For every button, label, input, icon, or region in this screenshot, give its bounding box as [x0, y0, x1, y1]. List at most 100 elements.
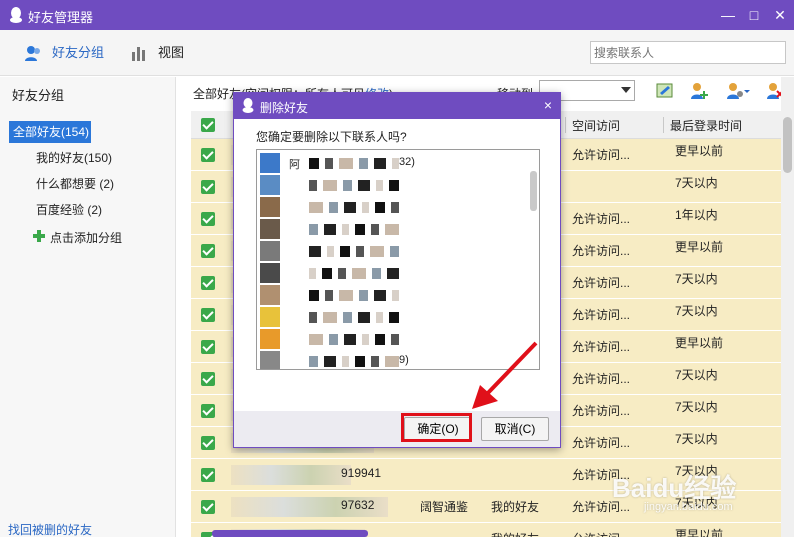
- dialog-title: 删除好友: [260, 101, 309, 115]
- horizontal-scrollbar[interactable]: [212, 530, 368, 537]
- add-friend-icon[interactable]: [689, 81, 709, 101]
- contact-suffix: 32): [399, 156, 415, 168]
- row-checkbox[interactable]: [201, 404, 215, 418]
- friend-id-partial: 919941: [341, 466, 382, 480]
- contact-item: [259, 196, 529, 218]
- row-checkbox[interactable]: [201, 148, 215, 162]
- last-login: 更早以前: [675, 240, 724, 254]
- row-checkbox[interactable]: [201, 468, 215, 482]
- last-login: 7天以内: [675, 368, 718, 382]
- dialog-title-bar: 删除好友 ×: [234, 93, 560, 119]
- last-login: 7天以内: [675, 272, 718, 286]
- title-bar: 好友管理器 — □ ✕: [0, 0, 794, 30]
- annotation-arrow-icon: [472, 341, 538, 409]
- close-button[interactable]: ✕: [770, 5, 790, 25]
- chevron-down-icon: [621, 87, 631, 93]
- space-access: 允许访问...: [572, 308, 631, 322]
- manage-friend-icon[interactable]: [725, 81, 751, 101]
- avatar: [260, 197, 280, 217]
- sidebar-item-all-friends[interactable]: 全部好友(154): [9, 121, 91, 143]
- qq-logo-icon: [10, 7, 22, 23]
- col-space-access: 空间访问: [572, 119, 621, 133]
- add-group-button[interactable]: 点击添加分组: [32, 229, 122, 246]
- row-checkbox[interactable]: [201, 372, 215, 386]
- dialog-close-button[interactable]: ×: [544, 97, 552, 113]
- last-login: 7天以内: [675, 400, 718, 414]
- space-access: 允许访问...: [572, 212, 631, 226]
- row-checkbox[interactable]: [201, 500, 215, 514]
- row-checkbox[interactable]: [201, 180, 215, 194]
- contact-item: [259, 284, 529, 306]
- friend-id: 97632: [341, 498, 375, 512]
- last-login: 1年以内: [675, 208, 718, 222]
- search-input[interactable]: [590, 41, 786, 64]
- edit-remark-icon[interactable]: [655, 81, 675, 101]
- space-access: 允许访问...: [572, 530, 630, 537]
- scroll-thumb[interactable]: [783, 117, 792, 173]
- contact-item: 阿 32): [259, 152, 529, 174]
- baidu-watermark: Baidu经验 jingyan.baidu.com: [612, 473, 737, 513]
- col-last-login: 最后登录时间: [670, 119, 743, 133]
- select-all-checkbox[interactable]: [201, 118, 215, 132]
- row-checkbox[interactable]: [201, 436, 215, 450]
- space-access: 允许访问...: [572, 276, 631, 290]
- contact-item: [259, 306, 529, 328]
- last-login: 更早以前: [675, 144, 724, 158]
- sidebar-item-my-friends[interactable]: 我的好友(150): [36, 149, 112, 166]
- window-title: 好友管理器: [28, 10, 94, 25]
- space-access: 允许访问...: [572, 372, 631, 386]
- avatar: [260, 153, 280, 173]
- tab-view[interactable]: 视图: [130, 42, 190, 64]
- pixelated-name: [231, 465, 351, 485]
- annotation-highlight-box: [401, 413, 472, 442]
- bar-chart-icon: [132, 47, 145, 61]
- contact-suffix: 9): [399, 354, 409, 366]
- friend-remark: 阔智通鉴: [420, 500, 469, 514]
- row-checkbox[interactable]: [201, 212, 215, 226]
- plus-icon: [33, 230, 45, 242]
- avatar: [260, 219, 280, 239]
- toolbar: 好友分组 视图: [0, 30, 794, 76]
- row-checkbox[interactable]: [201, 308, 215, 322]
- avatar: [260, 307, 280, 327]
- sidebar-item-baidu-exp[interactable]: 百度经验 (2): [36, 201, 102, 218]
- space-access: 允许访问...: [572, 340, 631, 354]
- last-login: 7天以内: [675, 304, 718, 318]
- dialog-question: 您确定要删除以下联系人吗?: [256, 130, 407, 144]
- contact-item: [259, 262, 529, 284]
- row-checkbox[interactable]: [201, 244, 215, 258]
- last-login: 更早以前: [675, 336, 724, 350]
- avatar: [260, 351, 280, 369]
- qq-logo-icon: [242, 98, 254, 113]
- tab-friend-groups[interactable]: 好友分组: [24, 42, 114, 64]
- vertical-scrollbar[interactable]: [781, 77, 794, 537]
- space-access: 允许访问...: [572, 404, 631, 418]
- avatar: [260, 285, 280, 305]
- space-access: 允许访问...: [572, 148, 631, 162]
- sidebar: 好友分组 全部好友(154) 我的好友(150) 什么都想要 (2) 百度经验 …: [0, 77, 176, 537]
- last-login: 7天以内: [675, 432, 718, 446]
- row-checkbox[interactable]: [201, 340, 215, 354]
- sidebar-heading: 好友分组: [12, 88, 65, 103]
- space-access: 允许访问...: [572, 436, 631, 450]
- avatar: [260, 241, 280, 261]
- avatar: [260, 175, 280, 195]
- contact-item: [259, 240, 529, 262]
- row-checkbox[interactable]: [201, 276, 215, 290]
- friend-group: 我的好友: [491, 500, 540, 514]
- dialog-footer: 确定(O) 取消(C): [234, 411, 560, 447]
- sidebar-item-want-all[interactable]: 什么都想要 (2): [36, 175, 114, 192]
- last-login: 7天以内: [675, 176, 718, 190]
- last-login: 更早以前: [675, 528, 724, 537]
- friend-group: 我的好友: [491, 530, 539, 537]
- contact-name: 阿: [289, 159, 300, 171]
- maximize-button[interactable]: □: [744, 5, 764, 25]
- recover-deleted-link[interactable]: 找回被删的好友: [8, 521, 92, 537]
- contact-item: [259, 174, 529, 196]
- minimize-button[interactable]: —: [718, 5, 738, 25]
- contact-item: [259, 218, 529, 240]
- avatar: [260, 263, 280, 283]
- cancel-button[interactable]: 取消(C): [481, 417, 549, 441]
- space-access: 允许访问...: [572, 244, 631, 258]
- avatar: [260, 329, 280, 349]
